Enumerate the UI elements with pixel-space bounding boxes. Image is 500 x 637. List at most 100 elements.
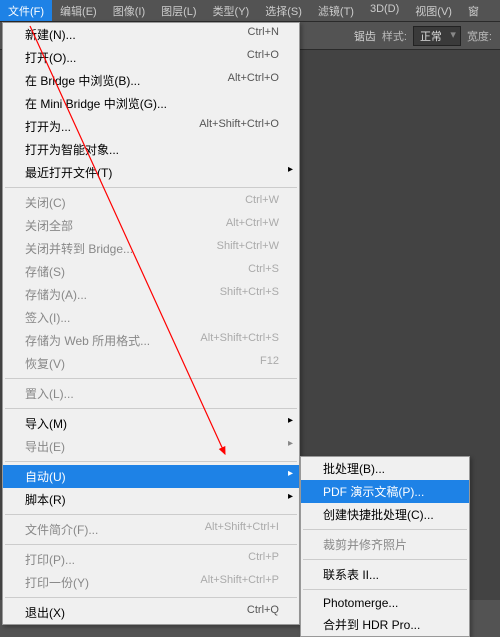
menu-item-shortcut: Shift+Ctrl+W bbox=[217, 240, 279, 257]
menu-编辑e[interactable]: 编辑(E) bbox=[52, 0, 105, 21]
menu-item-shortcut: Shift+Ctrl+S bbox=[220, 286, 279, 303]
menu-separator bbox=[5, 378, 297, 379]
style-select[interactable]: 正常 bbox=[413, 26, 461, 46]
menu-3dd[interactable]: 3D(D) bbox=[362, 0, 407, 21]
menu-item[interactable]: 打开(O)... Ctrl+O bbox=[3, 46, 299, 69]
style-label: 样式: bbox=[382, 28, 407, 44]
menu-item-label: 关闭全部 bbox=[25, 217, 73, 234]
menu-item-shortcut: Ctrl+Q bbox=[247, 604, 279, 621]
menu-item-label: 自动(U) bbox=[25, 468, 66, 485]
submenu-item-label: 合并到 HDR Pro... bbox=[323, 616, 420, 633]
menu-item-shortcut: Alt+Ctrl+O bbox=[228, 72, 279, 89]
file-menu-dropdown: 新建(N)... Ctrl+N 打开(O)... Ctrl+O 在 Bridge 中浏览… bbox=[2, 22, 300, 625]
menu-separator bbox=[5, 544, 297, 545]
menu-separator bbox=[5, 514, 297, 515]
menu-图像i[interactable]: 图像(I) bbox=[105, 0, 153, 21]
menu-separator bbox=[5, 187, 297, 188]
menu-item: 文件简介(F)... Alt+Shift+Ctrl+I bbox=[3, 518, 299, 541]
submenu-item-label: Photomerge... bbox=[323, 596, 398, 610]
menu-item-shortcut: F12 bbox=[260, 355, 279, 372]
menu-item-shortcut: Alt+Shift+Ctrl+P bbox=[200, 574, 279, 591]
menu-item-label: 文件简介(F)... bbox=[25, 521, 98, 538]
menu-窗[interactable]: 窗 bbox=[460, 0, 487, 21]
menu-item[interactable]: 退出(X) Ctrl+Q bbox=[3, 601, 299, 624]
menu-item: 存储为 Web 所用格式... Alt+Shift+Ctrl+S bbox=[3, 329, 299, 352]
anti-alias-label: 锯齿 bbox=[354, 28, 376, 44]
menu-item-shortcut: Ctrl+O bbox=[247, 49, 279, 66]
menu-类型y[interactable]: 类型(Y) bbox=[205, 0, 258, 21]
menu-item[interactable]: 在 Mini Bridge 中浏览(G)... bbox=[3, 92, 299, 115]
menu-item-label: 在 Mini Bridge 中浏览(G)... bbox=[25, 95, 167, 112]
submenu-item[interactable]: 创建快捷批处理(C)... bbox=[301, 503, 469, 526]
menu-文件f[interactable]: 文件(F) bbox=[0, 0, 52, 21]
menu-item: 恢复(V) F12 bbox=[3, 352, 299, 375]
submenu-item-label: 批处理(B)... bbox=[323, 460, 385, 477]
menu-item-label: 打印(P)... bbox=[25, 551, 75, 568]
width-label: 宽度: bbox=[467, 28, 492, 44]
submenu-item-label: PDF 演示文稿(P)... bbox=[323, 483, 424, 500]
menubar: 文件(F)编辑(E)图像(I)图层(L)类型(Y)选择(S)滤镜(T)3D(D)… bbox=[0, 0, 500, 22]
menu-item[interactable]: 最近打开文件(T) bbox=[3, 161, 299, 184]
menu-item-shortcut: Ctrl+S bbox=[248, 263, 279, 280]
menu-item: 打印(P)... Ctrl+P bbox=[3, 548, 299, 571]
menu-item-shortcut: Alt+Ctrl+W bbox=[226, 217, 279, 234]
menu-item[interactable]: 自动(U) bbox=[3, 465, 299, 488]
menu-item[interactable]: 在 Bridge 中浏览(B)... Alt+Ctrl+O bbox=[3, 69, 299, 92]
menu-item-label: 新建(N)... bbox=[25, 26, 76, 43]
menu-item[interactable]: 导入(M) bbox=[3, 412, 299, 435]
menu-item-label: 存储为 Web 所用格式... bbox=[25, 332, 150, 349]
menu-item[interactable]: 打开为... Alt+Shift+Ctrl+O bbox=[3, 115, 299, 138]
submenu-item[interactable]: 联系表 II... bbox=[301, 563, 469, 586]
menu-item-label: 存储(S) bbox=[25, 263, 65, 280]
menu-item: 导出(E) bbox=[3, 435, 299, 458]
menu-item-label: 存储为(A)... bbox=[25, 286, 87, 303]
menu-item: 置入(L)... bbox=[3, 382, 299, 405]
submenu-item-label: 联系表 II... bbox=[323, 566, 379, 583]
submenu-item: 裁剪并修齐照片 bbox=[301, 533, 469, 556]
menu-item-shortcut: Ctrl+W bbox=[245, 194, 279, 211]
menu-item-label: 打印一份(Y) bbox=[25, 574, 89, 591]
menu-item-shortcut: Ctrl+N bbox=[248, 26, 279, 43]
menu-item-label: 关闭(C) bbox=[25, 194, 66, 211]
submenu-item-label: 创建快捷批处理(C)... bbox=[323, 506, 434, 523]
submenu-item[interactable]: 批处理(B)... bbox=[301, 457, 469, 480]
menu-视图v[interactable]: 视图(V) bbox=[407, 0, 460, 21]
submenu-item[interactable]: 合并到 HDR Pro... bbox=[301, 613, 469, 636]
submenu-item[interactable]: PDF 演示文稿(P)... bbox=[301, 480, 469, 503]
menu-item-label: 恢复(V) bbox=[25, 355, 65, 372]
menu-item-label: 最近打开文件(T) bbox=[25, 164, 112, 181]
menu-item-label: 打开为智能对象... bbox=[25, 141, 119, 158]
menu-separator bbox=[5, 408, 297, 409]
menu-item-shortcut: Alt+Shift+Ctrl+O bbox=[199, 118, 279, 135]
menu-item-shortcut: Ctrl+P bbox=[248, 551, 279, 568]
menu-separator bbox=[303, 529, 467, 530]
menu-item-label: 退出(X) bbox=[25, 604, 65, 621]
menu-item-shortcut: Alt+Shift+Ctrl+S bbox=[200, 332, 279, 349]
menu-滤镜t[interactable]: 滤镜(T) bbox=[310, 0, 362, 21]
automate-submenu: 批处理(B)... PDF 演示文稿(P)... 创建快捷批处理(C)... 裁剪并修… bbox=[300, 456, 470, 637]
menu-separator bbox=[303, 559, 467, 560]
menu-separator bbox=[303, 589, 467, 590]
menu-item-label: 置入(L)... bbox=[25, 385, 74, 402]
menu-item-label: 打开(O)... bbox=[25, 49, 76, 66]
menu-item: 关闭全部 Alt+Ctrl+W bbox=[3, 214, 299, 237]
menu-item-label: 关闭并转到 Bridge... bbox=[25, 240, 133, 257]
menu-item[interactable]: 脚本(R) bbox=[3, 488, 299, 511]
menu-separator bbox=[5, 597, 297, 598]
menu-item[interactable]: 新建(N)... Ctrl+N bbox=[3, 23, 299, 46]
submenu-item-label: 裁剪并修齐照片 bbox=[323, 536, 407, 553]
menu-item: 存储(S) Ctrl+S bbox=[3, 260, 299, 283]
menu-item: 存储为(A)... Shift+Ctrl+S bbox=[3, 283, 299, 306]
menu-separator bbox=[5, 461, 297, 462]
menu-选择s[interactable]: 选择(S) bbox=[257, 0, 310, 21]
menu-item-label: 在 Bridge 中浏览(B)... bbox=[25, 72, 140, 89]
menu-item: 关闭并转到 Bridge... Shift+Ctrl+W bbox=[3, 237, 299, 260]
menu-item-label: 导出(E) bbox=[25, 438, 65, 455]
menu-图层l[interactable]: 图层(L) bbox=[153, 0, 204, 21]
submenu-item[interactable]: Photomerge... bbox=[301, 593, 469, 613]
menu-item[interactable]: 打开为智能对象... bbox=[3, 138, 299, 161]
menu-item: 签入(I)... bbox=[3, 306, 299, 329]
menu-item-label: 导入(M) bbox=[25, 415, 67, 432]
menu-item-shortcut: Alt+Shift+Ctrl+I bbox=[205, 521, 279, 538]
menu-item-label: 打开为... bbox=[25, 118, 71, 135]
